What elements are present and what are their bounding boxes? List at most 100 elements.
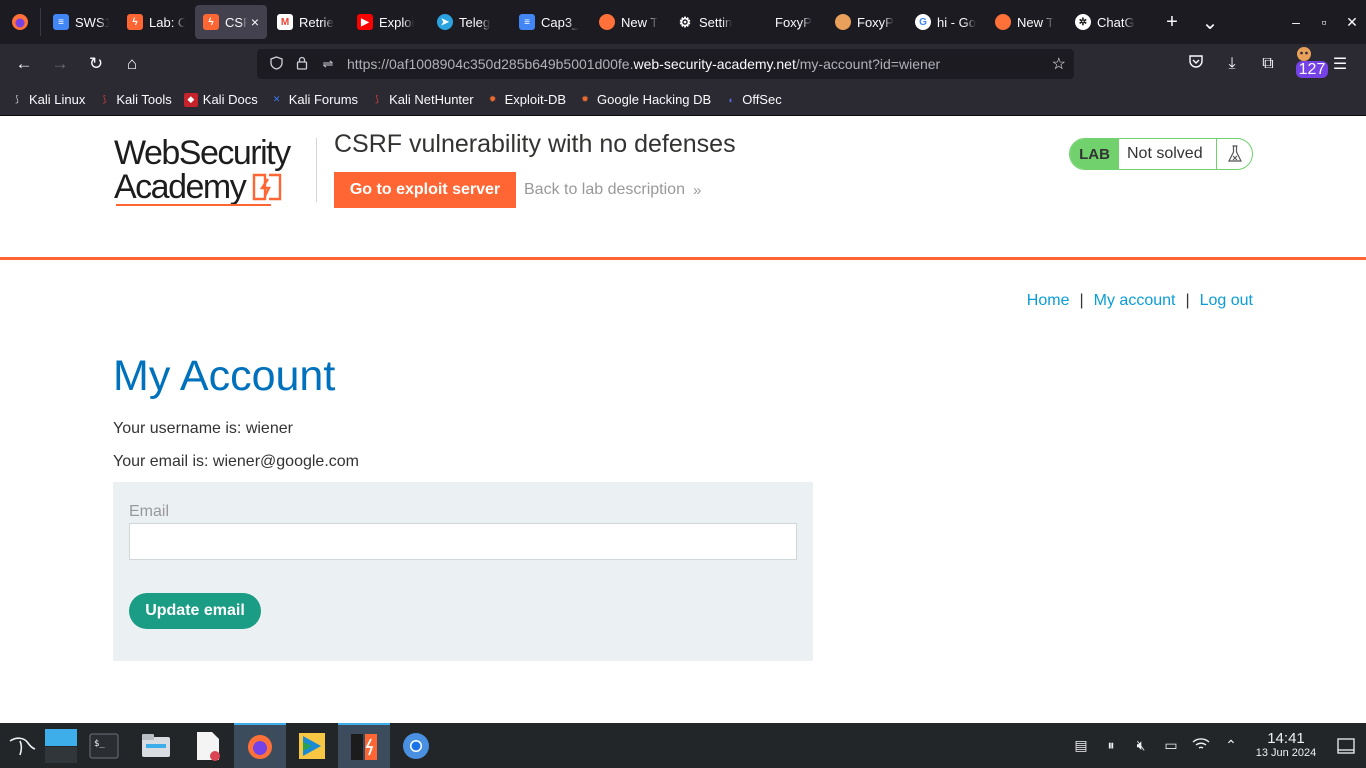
nav-my-account-link[interactable]: My account (1094, 292, 1176, 310)
username-text: Your username is: wiener (113, 420, 293, 437)
email-text: Your email is: wiener@google.com (113, 453, 359, 470)
bookmark-offsec[interactable]: ◖ OffSec (723, 92, 781, 107)
volume-muted-icon[interactable]: 🔇︎ (1126, 737, 1156, 754)
lab-status-text: Not solved (1127, 145, 1203, 162)
pocket-icon[interactable] (1178, 54, 1214, 74)
list-all-tabs-button[interactable]: ⌄ (1191, 10, 1229, 35)
firefox-icon (12, 14, 28, 30)
maximize-window-button[interactable]: ▫ (1310, 14, 1338, 30)
browser-nav-bar: ← → ↻ ⌂ ⇌ https://0af1008904c350d285b649… (0, 44, 1366, 84)
tab-title: FoxyP (775, 14, 812, 30)
hamburger-menu-icon[interactable]: ☰ (1322, 54, 1358, 74)
bookmark-kali-nethunter[interactable]: ⟆ Kali NetHunter (370, 92, 474, 107)
tab-csrf-active[interactable]: ϟ CSR × (195, 5, 267, 39)
tab-title: CSR (225, 14, 247, 30)
home-button[interactable]: ⌂ (114, 48, 150, 80)
nav-log-out-link[interactable]: Log out (1200, 292, 1253, 310)
change-email-form: Email Update email (113, 482, 813, 661)
go-to-exploit-server-button[interactable]: Go to exploit server (334, 172, 516, 208)
reload-button[interactable]: ↻ (78, 48, 114, 80)
bookmark-exploit-db[interactable]: ✹ Exploit-DB (486, 92, 566, 107)
nav-home-link[interactable]: Home (1027, 292, 1070, 310)
firefox-icon (599, 14, 615, 30)
clipboard-icon[interactable]: ▤ (1066, 737, 1096, 754)
tab-foxyproxy[interactable]: FoxyP (767, 5, 825, 39)
close-tab-icon[interactable]: × (251, 14, 259, 30)
tab-retrieve[interactable]: M Retrie (269, 5, 347, 39)
minimize-window-button[interactable]: – (1282, 14, 1310, 30)
logo-text-line2: Academy (114, 168, 247, 206)
tab-foxyproxy-2[interactable]: FoxyP (827, 5, 905, 39)
bookmark-label: Kali Linux (29, 92, 86, 107)
battery-icon[interactable]: ▭ (1156, 737, 1186, 754)
logo-underline (116, 204, 271, 206)
bookmark-label: Kali Tools (116, 92, 172, 107)
forward-button[interactable]: → (42, 48, 78, 80)
chromium-icon[interactable] (390, 723, 442, 768)
extensions-icon[interactable]: ⧉ (1250, 55, 1286, 73)
tab-google-search[interactable]: G hi - Go (907, 5, 985, 39)
show-desktop-icon[interactable] (1326, 737, 1366, 754)
tab-cap3[interactable]: ≡ Cap3_ (511, 5, 589, 39)
wifi-icon[interactable] (1186, 737, 1216, 754)
lock-icon[interactable] (291, 56, 313, 73)
bookmark-label: Kali NetHunter (389, 92, 474, 107)
web-page: WebSecurity Academy CSRF vulnerability w… (0, 116, 1366, 723)
tab-exploit[interactable]: ▶ Exploi (349, 5, 427, 39)
nav-separator: | (1185, 292, 1190, 309)
media-pause-icon[interactable]: ⏸ (1096, 737, 1126, 754)
clock-time: 14:41 (1267, 729, 1305, 747)
tab-lab[interactable]: ϟ Lab: C (119, 5, 193, 39)
bookmark-star-icon[interactable]: ☆ (1052, 54, 1066, 74)
tracking-protection-shield-icon[interactable] (265, 55, 287, 73)
google-docs-icon: ≡ (519, 14, 535, 30)
bookmark-google-hacking-db[interactable]: ✹ Google Hacking DB (578, 92, 711, 107)
page-title: My Account (113, 352, 336, 400)
kali-docs-icon: ◆ (183, 92, 198, 107)
burp-launcher-icon[interactable] (286, 723, 338, 768)
tab-chatgpt[interactable]: ✲ ChatG (1067, 5, 1145, 39)
workspace-switcher-icon[interactable] (44, 723, 78, 768)
back-button[interactable]: ← (6, 48, 42, 80)
kali-dragon-icon: ⟆ (15, 94, 19, 104)
firefox-view-button[interactable] (0, 0, 40, 44)
bookmark-kali-tools[interactable]: ⟆ Kali Tools (97, 92, 172, 107)
bookmark-kali-forums[interactable]: ✕ Kali Forums (270, 92, 358, 107)
tab-settings[interactable]: ⚙ Settin (669, 5, 765, 39)
email-input[interactable] (129, 523, 797, 560)
terminal-icon[interactable]: $_ (78, 723, 130, 768)
kali-nethunter-icon: ⟆ (375, 94, 379, 104)
chevron-up-icon[interactable]: ⌃ (1216, 737, 1246, 754)
burp-suite-icon[interactable] (338, 723, 390, 768)
back-link-label: Back to lab description (524, 181, 685, 198)
clock[interactable]: 14:41 13 Jun 2024 (1246, 729, 1326, 760)
file-manager-icon[interactable] (130, 723, 182, 768)
url-path: /my-account?id=wiener (795, 56, 941, 72)
back-to-lab-description-link[interactable]: Back to lab description » (524, 181, 702, 199)
email-label: Email (129, 503, 170, 520)
lab-title: CSRF vulnerability with no defenses (334, 130, 736, 158)
bookmark-label: Kali Forums (288, 92, 359, 107)
logo-text-line1: WebSecurity (114, 134, 291, 172)
new-tab-button[interactable]: + (1153, 11, 1191, 34)
close-window-button[interactable]: ✕ (1338, 14, 1366, 31)
permissions-icon[interactable]: ⇌ (317, 56, 339, 72)
web-security-academy-logo[interactable]: WebSecurity Academy (114, 136, 294, 208)
tab-telegram[interactable]: ➤ Teleg (429, 5, 509, 39)
double-chevron-right-icon: » (692, 181, 702, 199)
bookmark-kali-linux[interactable]: ⟆ Kali Linux (10, 92, 85, 107)
academy-bolt-icon (253, 173, 282, 201)
firefox-taskbar-icon[interactable] (234, 723, 286, 768)
exploit-db-icon: ✹ (488, 94, 497, 104)
text-editor-icon[interactable] (182, 723, 234, 768)
foxyproxy-extension-icon[interactable]: 127 (1286, 44, 1329, 85)
tab-new-tab[interactable]: New T (591, 5, 667, 39)
kali-menu-icon[interactable] (0, 723, 44, 768)
bookmark-kali-docs[interactable]: ◆ Kali Docs (183, 92, 258, 107)
url-bar[interactable]: ⇌ https://0af1008904c350d285b649b5001d00… (257, 49, 1074, 79)
tab-sws[interactable]: ≡ SWS1( (45, 5, 117, 39)
tab-title: Exploi (379, 14, 415, 30)
update-email-button[interactable]: Update email (129, 593, 261, 629)
tab-new-tab-2[interactable]: New T (987, 5, 1065, 39)
downloads-icon[interactable]: ⤓ (1214, 55, 1250, 73)
